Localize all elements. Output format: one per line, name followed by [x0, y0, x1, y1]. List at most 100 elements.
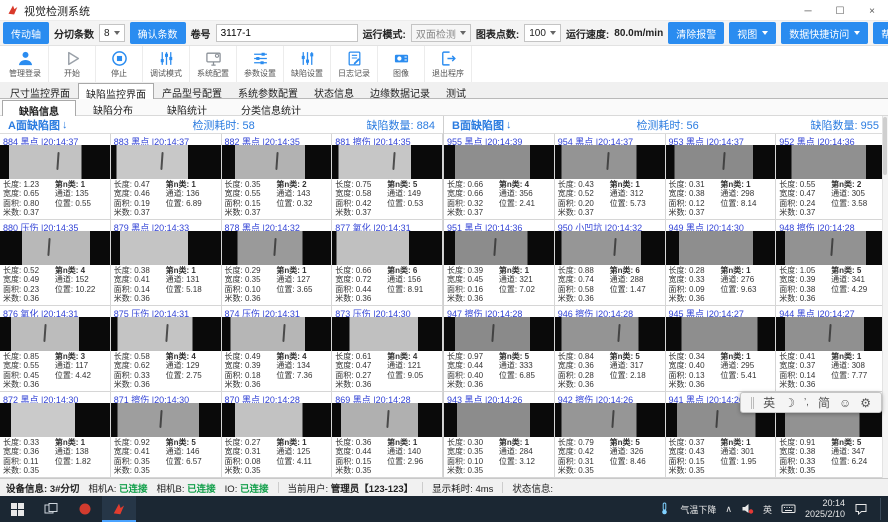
- vertical-scrollbar[interactable]: [882, 116, 888, 478]
- user-icon: [17, 50, 34, 67]
- defect-image: [222, 145, 332, 179]
- defect-meta: 长度: 0.91宽度: 0.38面积: 0.33米数: 0.35第n类: 5通道…: [776, 437, 886, 477]
- punctuation-toggle[interactable]: ’,: [804, 397, 809, 408]
- defect-cell-883[interactable]: 883 黑点 |20:14:37长度: 0.47宽度: 0.46面积: 0.19…: [111, 134, 222, 220]
- defect-meta: 长度: 0.85宽度: 0.55面积: 0.45米数: 0.36第n类: 3通道…: [0, 351, 110, 391]
- tab-main-3[interactable]: 系统参数配置: [230, 82, 306, 98]
- app-window: 视觉检测系统 ─ ☐ × 传动轴 分切条数 8 确认条数 卷号 运行模式: 双面…: [0, 0, 888, 522]
- defect-cell-870[interactable]: 870 黑点 |20:14:28长度: 0.27宽度: 0.31面积: 0.08…: [222, 392, 333, 478]
- tab-sub-0[interactable]: 缺陷信息: [2, 100, 76, 116]
- minimize-button[interactable]: ─: [792, 6, 824, 17]
- tab-main-6[interactable]: 测试: [438, 82, 474, 98]
- roll-number-input[interactable]: [216, 24, 358, 42]
- ime-language-toggle[interactable]: 英: [763, 394, 775, 411]
- confirm-count-button[interactable]: 确认条数: [130, 22, 186, 44]
- log-record-button[interactable]: 日志记录: [331, 46, 378, 82]
- meta-col-left: 长度: 0.92宽度: 0.41面积: 0.35米数: 0.35: [114, 438, 166, 476]
- close-button[interactable]: ×: [856, 6, 888, 17]
- scrollbar-thumb[interactable]: [883, 117, 887, 175]
- defect-cell-880[interactable]: 880 压伤 |20:14:35长度: 0.52宽度: 0.49面积: 0.23…: [0, 220, 111, 306]
- tab-sub-2[interactable]: 缺陷统计: [150, 99, 224, 115]
- maximize-button[interactable]: ☐: [824, 6, 856, 17]
- taskbar-active-app-icon[interactable]: [102, 496, 136, 522]
- weather-text[interactable]: 气温下降: [680, 503, 716, 516]
- defect-cell-955[interactable]: 955 黑点 |20:14:39长度: 0.66宽度: 0.66面积: 0.32…: [444, 134, 555, 220]
- drag-handle-icon[interactable]: [751, 397, 754, 409]
- defect-cell-954[interactable]: 954 黑点 |20:14:37长度: 0.43宽度: 0.52面积: 0.20…: [555, 134, 666, 220]
- run-mode-select[interactable]: 双面检测: [411, 24, 471, 42]
- defect-cell-946[interactable]: 946 擦伤 |20:14:28长度: 0.84宽度: 0.36面积: 0.28…: [555, 306, 666, 392]
- defect-cell-948[interactable]: 948 擦伤 |20:14:28长度: 1.05宽度: 0.39面积: 0.38…: [776, 220, 887, 306]
- clear-alarm-button[interactable]: 清除报警: [668, 22, 724, 44]
- volume-icon[interactable]: [741, 502, 754, 517]
- meta-col-left: 长度: 0.79宽度: 0.42面积: 0.31米数: 0.35: [558, 438, 610, 476]
- statusbar: 设备信息: 3#分切 相机A: 已连接 相机B: 已连接 IO: 已连接 当前用…: [0, 478, 888, 496]
- defect-cell-950[interactable]: 950 小凹坑 |20:14:32长度: 0.88宽度: 0.74面积: 0.5…: [555, 220, 666, 306]
- notification-icon[interactable]: [854, 502, 868, 517]
- defect-cell-944[interactable]: 944 黑点 |20:14:27长度: 0.41宽度: 0.37面积: 0.14…: [776, 306, 887, 392]
- defect-cell-953[interactable]: 953 黑点 |20:14:37长度: 0.31宽度: 0.38面积: 0.12…: [666, 134, 777, 220]
- defect-setting-button[interactable]: 缺陷设置: [284, 46, 331, 82]
- system-config-button[interactable]: 系统配置: [190, 46, 237, 82]
- tab-main-1[interactable]: 缺陷监控界面: [78, 83, 154, 99]
- thermometer-icon[interactable]: [658, 502, 671, 517]
- keyboard-icon[interactable]: [781, 502, 796, 517]
- help-menu-button[interactable]: 帮助: [873, 22, 888, 44]
- start-button[interactable]: 开始: [49, 46, 96, 82]
- defect-cell-947[interactable]: 947 擦伤 |20:14:28长度: 0.97宽度: 0.44面积: 0.40…: [444, 306, 555, 392]
- data-quick-access-button[interactable]: 数据快捷访问: [781, 22, 868, 44]
- split-count-select[interactable]: 8: [99, 24, 125, 42]
- language-indicator[interactable]: 英: [763, 503, 772, 516]
- smiley-icon[interactable]: ☺: [839, 396, 851, 410]
- action-label: 退出程序: [432, 68, 464, 79]
- stop-button[interactable]: 停止: [96, 46, 143, 82]
- defect-cell-878[interactable]: 878 黑点 |20:14:32长度: 0.29宽度: 0.35面积: 0.10…: [222, 220, 333, 306]
- defect-cell-884[interactable]: 884 黑点 |20:14:37长度: 1.23宽度: 0.65面积: 0.80…: [0, 134, 111, 220]
- tab-main-5[interactable]: 边缘数据记录: [362, 82, 438, 98]
- image-button[interactable]: 图像: [378, 46, 425, 82]
- start-button[interactable]: [0, 496, 34, 522]
- defect-cell-877[interactable]: 877 氧化 |20:14:31长度: 0.66宽度: 0.72面积: 0.44…: [332, 220, 443, 306]
- gear-icon[interactable]: ⚙: [860, 396, 871, 410]
- task-view-button[interactable]: [34, 496, 68, 522]
- tab-sub-3[interactable]: 分类信息统计: [224, 99, 318, 115]
- param-setting-button[interactable]: 参数设置: [237, 46, 284, 82]
- tab-sub-1[interactable]: 缺陷分布: [76, 99, 150, 115]
- defect-cell-874[interactable]: 874 压伤 |20:14:31长度: 0.49宽度: 0.39面积: 0.18…: [222, 306, 333, 392]
- defect-cell-876[interactable]: 876 氧化 |20:14:31长度: 0.85宽度: 0.55面积: 0.45…: [0, 306, 111, 392]
- taskbar-clock[interactable]: 20:14 2025/2/10: [805, 498, 845, 520]
- moon-icon[interactable]: ☽: [784, 396, 795, 410]
- ime-simplified-toggle[interactable]: 简: [818, 394, 830, 411]
- defect-cell-879[interactable]: 879 黑点 |20:14:33长度: 0.38宽度: 0.41面积: 0.14…: [111, 220, 222, 306]
- defect-cell-882[interactable]: 882 黑点 |20:14:35长度: 0.35宽度: 0.55面积: 0.15…: [222, 134, 333, 220]
- view-menu-button[interactable]: 视图: [729, 22, 776, 44]
- tab-main-0[interactable]: 尺寸监控界面: [2, 82, 78, 98]
- taskbar-app-icon[interactable]: [68, 496, 102, 522]
- tray-expand-chevron[interactable]: ∧: [725, 504, 732, 515]
- defect-cell-952[interactable]: 952 黑点 |20:14:36长度: 0.55宽度: 0.47面积: 0.24…: [776, 134, 887, 220]
- defect-cell-943[interactable]: 943 黑点 |20:14:26长度: 0.30宽度: 0.35面积: 0.10…: [444, 392, 555, 478]
- app-logo-icon: [7, 4, 19, 19]
- show-desktop-button[interactable]: [880, 498, 885, 520]
- defect-cell-949[interactable]: 949 黑点 |20:14:30长度: 0.28宽度: 0.33面积: 0.09…: [666, 220, 777, 306]
- camera-a-label: 相机A:: [88, 484, 116, 495]
- exit-program-button[interactable]: 退出程序: [425, 46, 472, 82]
- debug-mode-button[interactable]: 调试模式: [143, 46, 190, 82]
- defect-meta: 长度: 0.97宽度: 0.44面积: 0.40米数: 0.36第n类: 5通道…: [444, 351, 554, 391]
- defect-cell-871[interactable]: 871 擦伤 |20:14:30长度: 0.92宽度: 0.41面积: 0.35…: [111, 392, 222, 478]
- defect-cell-875[interactable]: 875 压伤 |20:14:31长度: 0.58宽度: 0.62面积: 0.33…: [111, 306, 222, 392]
- drive-axis-button[interactable]: 传动轴: [3, 22, 49, 44]
- chart-points-select[interactable]: 100: [524, 24, 561, 42]
- defect-cell-951[interactable]: 951 黑点 |20:14:36长度: 0.39宽度: 0.45面积: 0.16…: [444, 220, 555, 306]
- defect-cell-945[interactable]: 945 黑点 |20:14:27长度: 0.34宽度: 0.40面积: 0.13…: [666, 306, 777, 392]
- defect-cell-873[interactable]: 873 压伤 |20:14:30长度: 0.61宽度: 0.47面积: 0.27…: [332, 306, 443, 392]
- defect-cell-869[interactable]: 869 黑点 |20:14:28长度: 0.36宽度: 0.44面积: 0.15…: [332, 392, 443, 478]
- tab-main-2[interactable]: 产品型号配置: [154, 82, 230, 98]
- defect-cell-872[interactable]: 872 黑点 |20:14:30长度: 0.33宽度: 0.36面积: 0.11…: [0, 392, 111, 478]
- defect-cell-881[interactable]: 881 擦伤 |20:14:35长度: 0.75宽度: 0.58面积: 0.42…: [332, 134, 443, 220]
- defect-mark: [492, 324, 495, 342]
- defect-cell-942[interactable]: 942 擦伤 |20:14:26长度: 0.79宽度: 0.42面积: 0.31…: [555, 392, 666, 478]
- admin-login-button[interactable]: 管理登录: [2, 46, 49, 82]
- defect-image: [111, 231, 221, 265]
- tab-main-4[interactable]: 状态信息: [306, 82, 362, 98]
